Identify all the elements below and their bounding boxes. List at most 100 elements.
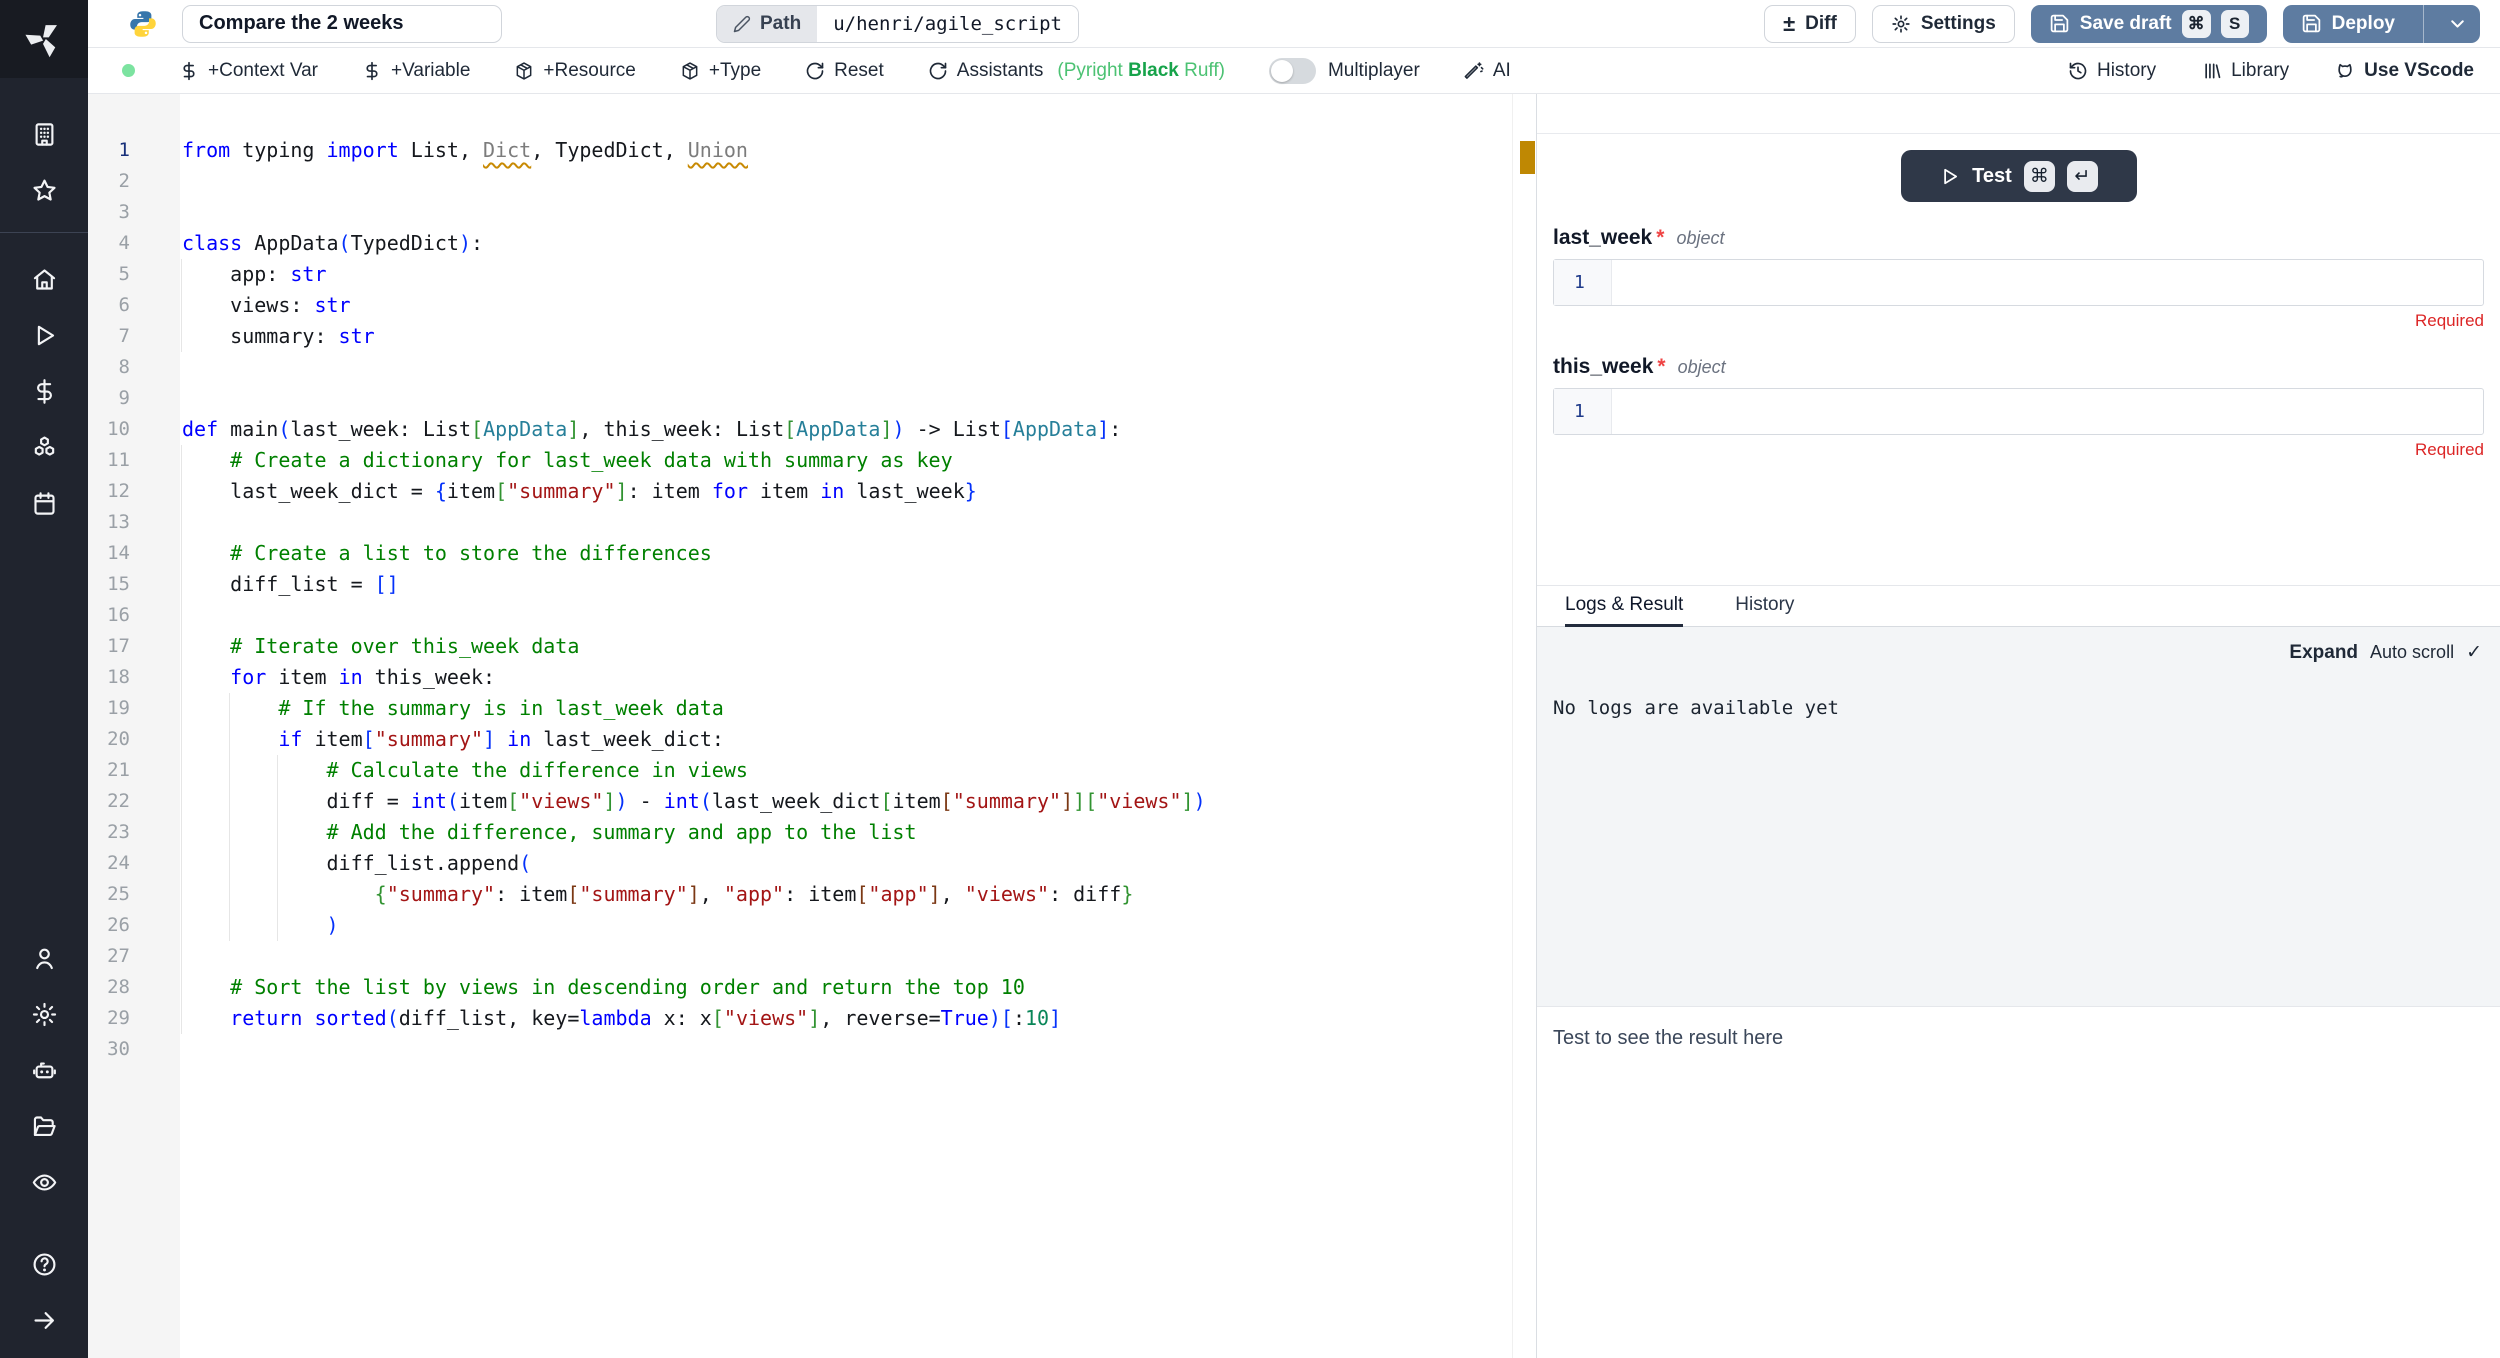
code-line[interactable]: views: str <box>182 290 1512 321</box>
sidebar-item-expand-arrow-icon[interactable] <box>0 1292 88 1348</box>
code-line[interactable]: app: str <box>182 259 1512 290</box>
save-icon <box>2049 13 2070 34</box>
add-context-var-button[interactable]: +Context Var <box>179 60 318 82</box>
sidebar-item-building-icon[interactable] <box>0 106 88 162</box>
code-line[interactable]: class AppData(TypedDict): <box>182 228 1512 259</box>
path-value[interactable]: u/henri/agile_script <box>817 6 1078 42</box>
code-line[interactable] <box>182 1034 1512 1065</box>
reset-button[interactable]: Reset <box>805 60 884 82</box>
code-line[interactable]: # Add the difference, summary and app to… <box>182 817 1512 848</box>
field-type: object <box>1678 357 1726 378</box>
history-button[interactable]: History <box>2068 60 2156 82</box>
editor-toolbar: +Context Var +Variable +Resource +Type <box>88 48 2500 94</box>
overview-ruler[interactable] <box>1512 94 1536 1358</box>
sidebar-item-star-icon[interactable] <box>0 162 88 218</box>
sidebar-item-audit-eye-icon[interactable] <box>0 1154 88 1210</box>
deploy-button[interactable]: Deploy <box>2283 5 2480 43</box>
code-line[interactable]: for item in this_week: <box>182 662 1512 693</box>
result-placeholder: Test to see the result here <box>1553 1027 1783 1049</box>
code-line[interactable] <box>182 352 1512 383</box>
code-line[interactable]: diff = int(item["views"]) - int(last_wee… <box>182 786 1512 817</box>
line-number: 26 <box>88 910 180 941</box>
settings-button[interactable]: Settings <box>1872 5 2015 43</box>
library-button[interactable]: Library <box>2202 60 2289 82</box>
code-line[interactable] <box>182 383 1512 414</box>
field-json-input[interactable]: 1 <box>1553 388 2484 435</box>
code-area[interactable]: from typing import List, Dict, TypedDict… <box>180 94 1512 1358</box>
dollar-icon <box>179 61 199 81</box>
assistants-button[interactable]: Assistants <box>928 60 1044 82</box>
test-button[interactable]: Test ⌘ ↵ <box>1901 150 2137 202</box>
code-line[interactable] <box>182 941 1512 972</box>
diff-button[interactable]: ± Diff <box>1764 5 1856 43</box>
code-line[interactable] <box>182 600 1512 631</box>
sidebar-item-folders-icon[interactable] <box>0 1098 88 1154</box>
multiplayer-toggle[interactable] <box>1269 58 1316 84</box>
add-type-button[interactable]: +Type <box>680 60 761 82</box>
sidebar-item-resources-cubes-icon[interactable] <box>0 419 88 475</box>
code-line[interactable]: # Iterate over this_week data <box>182 631 1512 662</box>
expand-button[interactable]: Expand <box>2289 642 2358 664</box>
tab-logs-result[interactable]: Logs & Result <box>1565 586 1683 627</box>
auto-scroll-checkbox[interactable]: ✓ <box>2466 641 2482 664</box>
code-line[interactable]: def main(last_week: List[AppData], this_… <box>182 414 1512 445</box>
required-asterisk: * <box>1657 355 1665 379</box>
use-vscode-button[interactable]: Use VScode <box>2335 60 2474 82</box>
sidebar-item-schedules-calendar-icon[interactable] <box>0 475 88 531</box>
code-line[interactable]: # Calculate the difference in views <box>182 755 1512 786</box>
line-number: 7 <box>88 321 180 352</box>
code-line[interactable]: diff_list.append( <box>182 848 1512 879</box>
line-number: 29 <box>88 1003 180 1034</box>
code-line[interactable]: # Sort the list by views in descending o… <box>182 972 1512 1003</box>
windmill-logo-icon[interactable] <box>0 0 88 78</box>
kbd-enter-badge: ↵ <box>2067 161 2098 192</box>
code-line[interactable]: return sorted(diff_list, key=lambda x: x… <box>182 1003 1512 1034</box>
sidebar-item-workers-robot-icon[interactable] <box>0 1042 88 1098</box>
code-line[interactable]: if item["summary"] in last_week_dict: <box>182 724 1512 755</box>
script-title-input[interactable]: Compare the 2 weeks <box>182 5 502 43</box>
code-line[interactable]: # If the summary is in last_week data <box>182 693 1512 724</box>
input-line-gutter: 1 <box>1554 389 1612 434</box>
field-name: this_week <box>1553 355 1653 379</box>
code-line[interactable]: # Create a dictionary for last_week data… <box>182 445 1512 476</box>
logs-panel: Expand Auto scroll ✓ No logs are availab… <box>1537 627 2500 1007</box>
line-number: 20 <box>88 724 180 755</box>
add-variable-button[interactable]: +Variable <box>362 60 470 82</box>
sidebar-item-user-icon[interactable] <box>0 930 88 986</box>
sidebar-item-runs-play-icon[interactable] <box>0 307 88 363</box>
code-line[interactable]: last_week_dict = {item["summary"]: item … <box>182 476 1512 507</box>
code-line[interactable]: # Create a list to store the differences <box>182 538 1512 569</box>
right-panel: Test ⌘ ↵ last_week*object1Requiredthis_w… <box>1536 94 2500 1358</box>
connection-status-dot <box>122 64 135 77</box>
code-line[interactable]: from typing import List, Dict, TypedDict… <box>182 135 1512 166</box>
path-group[interactable]: Path u/henri/agile_script <box>716 5 1079 43</box>
sidebar-item-variables-dollar-icon[interactable] <box>0 363 88 419</box>
code-line[interactable] <box>182 166 1512 197</box>
history-clock-icon <box>2068 61 2088 81</box>
code-line[interactable] <box>182 197 1512 228</box>
sidebar-item-settings-gear-icon[interactable] <box>0 986 88 1042</box>
deploy-dropdown[interactable] <box>2434 5 2480 43</box>
tab-history[interactable]: History <box>1735 586 1794 627</box>
add-resource-button[interactable]: +Resource <box>514 60 635 82</box>
ai-button[interactable]: AI <box>1464 60 1511 82</box>
field-json-input[interactable]: 1 <box>1553 259 2484 306</box>
main-column: Compare the 2 weeks Path u/henri/agile_s… <box>88 0 2500 1358</box>
code-line[interactable] <box>182 507 1512 538</box>
code-editor[interactable]: 1234567891011121314151617181920212223242… <box>88 94 1512 1358</box>
sidebar-item-home-icon[interactable] <box>0 251 88 307</box>
sidebar-item-help-icon[interactable] <box>0 1236 88 1292</box>
no-logs-message: No logs are available yet <box>1553 697 2484 719</box>
code-line[interactable]: {"summary": item["summary"], "app": item… <box>182 879 1512 910</box>
field-type: object <box>1676 228 1724 249</box>
line-number: 18 <box>88 662 180 693</box>
logs-tab-bar: Logs & Result History <box>1537 585 2500 627</box>
line-number: 6 <box>88 290 180 321</box>
line-number: 28 <box>88 972 180 1003</box>
save-draft-button[interactable]: Save draft ⌘ S <box>2031 5 2267 43</box>
code-line[interactable]: ) <box>182 910 1512 941</box>
required-hint: Required <box>1553 440 2484 460</box>
code-line[interactable]: summary: str <box>182 321 1512 352</box>
code-line[interactable]: diff_list = [] <box>182 569 1512 600</box>
plus-minus-icon: ± <box>1783 13 1795 35</box>
